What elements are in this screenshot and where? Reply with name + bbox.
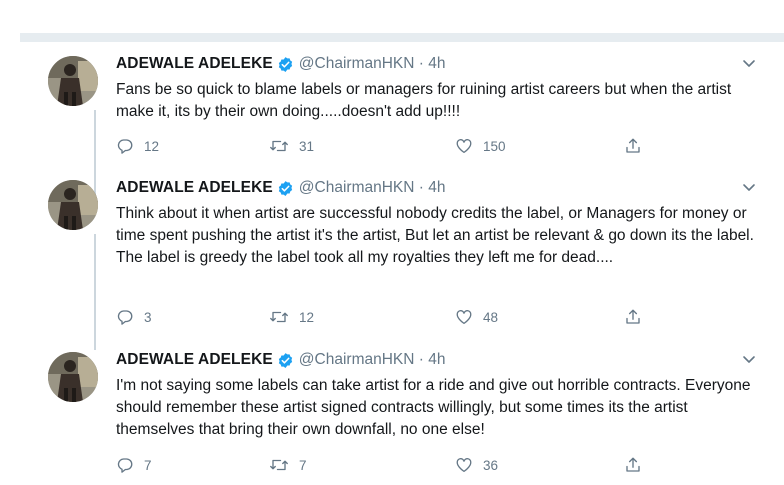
handle-and-time: @ChairmanHKN · 4h: [298, 351, 446, 368]
tweet-header: ADEWALE ADELEKE @ChairmanHKN · 4h: [116, 55, 445, 73]
like-button[interactable]: 36: [455, 456, 498, 474]
tweet-text: I'm not saying some labels can take arti…: [116, 377, 751, 438]
retweet-icon: [270, 459, 288, 471]
display-name[interactable]: ADEWALE ADELEKE: [116, 55, 273, 73]
verified-badge-icon: [278, 180, 292, 196]
retweet-count: 7: [299, 457, 307, 473]
like-count: 150: [483, 138, 506, 154]
heart-icon: [456, 310, 472, 325]
display-name[interactable]: ADEWALE ADELEKE: [116, 351, 273, 369]
verified-badge-icon: [278, 56, 292, 72]
retweet-button[interactable]: 31: [269, 137, 314, 155]
timeline-separator: [20, 33, 784, 42]
share-icon: [626, 138, 640, 153]
reply-icon: [117, 458, 133, 473]
tweet-text: Fans be so quick to blame labels or mana…: [116, 81, 732, 120]
reply-count: 12: [144, 138, 160, 154]
chevron-down-icon[interactable]: [740, 350, 758, 368]
share-icon: [626, 457, 640, 472]
tweet-actions: 7 7 36: [116, 456, 676, 478]
tweet-actions: 12 31 150: [116, 137, 676, 159]
heart-icon: [456, 139, 472, 154]
share-button[interactable]: [624, 137, 652, 155]
tweet-actions: 3 12 48: [116, 308, 676, 330]
retweet-count: 12: [299, 309, 315, 325]
reply-button[interactable]: 7: [116, 456, 152, 474]
tweet[interactable]: ADEWALE ADELEKE @ChairmanHKN · 4h Think …: [20, 166, 784, 338]
retweet-icon: [270, 140, 288, 152]
retweet-count: 31: [299, 138, 315, 154]
tweet[interactable]: ADEWALE ADELEKE @ChairmanHKN · 4h Fans b…: [20, 42, 784, 166]
retweet-icon: [270, 311, 288, 323]
handle-and-time: @ChairmanHKN · 4h: [298, 55, 446, 72]
tweet-text: Think about it when artist are successfu…: [116, 205, 754, 266]
reply-button[interactable]: 12: [116, 137, 159, 155]
verified-badge-icon: [278, 352, 292, 368]
share-button[interactable]: [624, 456, 652, 474]
handle-and-time: @ChairmanHKN · 4h: [298, 179, 446, 196]
display-name[interactable]: ADEWALE ADELEKE: [116, 179, 273, 197]
reply-count: 3: [144, 309, 152, 325]
tweet-thread: ADEWALE ADELEKE @ChairmanHKN · 4h Fans b…: [20, 42, 784, 485]
tweet-header: ADEWALE ADELEKE @ChairmanHKN · 4h: [116, 351, 445, 369]
chevron-down-icon[interactable]: [740, 54, 758, 72]
share-button[interactable]: [624, 308, 652, 326]
top-spacer: [0, 0, 784, 33]
like-count: 48: [483, 309, 499, 325]
like-count: 36: [483, 457, 499, 473]
tweet-header: ADEWALE ADELEKE @ChairmanHKN · 4h: [116, 179, 445, 197]
reply-count: 7: [144, 457, 152, 473]
chevron-down-icon[interactable]: [740, 178, 758, 196]
reply-icon: [117, 310, 133, 325]
retweet-button[interactable]: 7: [269, 456, 307, 474]
retweet-button[interactable]: 12: [269, 308, 314, 326]
heart-icon: [456, 458, 472, 473]
reply-button[interactable]: 3: [116, 308, 152, 326]
share-icon: [626, 309, 640, 324]
tweet[interactable]: ADEWALE ADELEKE @ChairmanHKN · 4h I'm no…: [20, 338, 784, 485]
like-button[interactable]: 48: [455, 308, 498, 326]
avatar[interactable]: [48, 180, 98, 230]
reply-icon: [117, 139, 133, 154]
avatar[interactable]: [48, 56, 98, 106]
like-button[interactable]: 150: [455, 137, 506, 155]
avatar[interactable]: [48, 352, 98, 402]
